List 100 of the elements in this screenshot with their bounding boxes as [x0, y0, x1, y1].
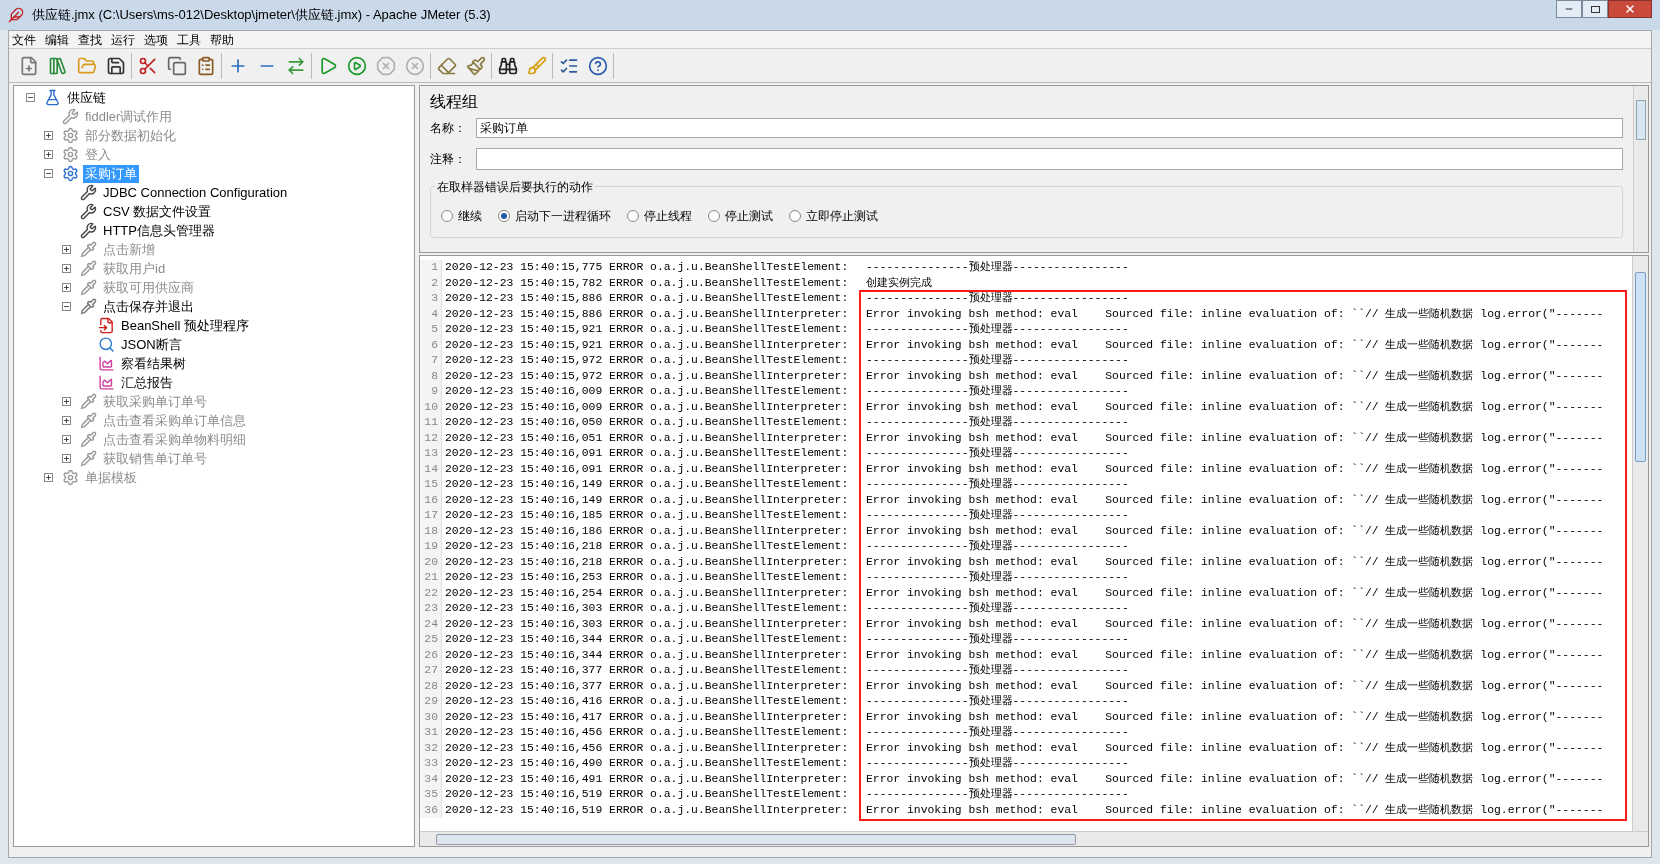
- tree-item[interactable]: 供应链: [65, 88, 108, 107]
- radio-option[interactable]: 启动下一进程循环: [498, 207, 611, 225]
- log-prefix: 2020-12-23 15:40:16,009 ERROR o.a.j.u.BeanShellInterpreter:: [444, 399, 850, 415]
- log-prefix: 2020-12-23 15:40:15,972 ERROR o.a.j.u.BeanShellInterpreter:: [444, 368, 850, 384]
- log-message: ---------------预处理器-----------------: [865, 539, 1129, 554]
- plus-icon: [45, 474, 52, 481]
- menu-item[interactable]: 运行: [111, 30, 135, 49]
- log-prefix: 2020-12-23 15:40:16,185 ERROR o.a.j.u.BeanShellTestElement:: [444, 508, 850, 523]
- play-circle-icon[interactable]: [345, 54, 368, 77]
- close-button[interactable]: [1608, 0, 1652, 18]
- log-prefix: 2020-12-23 15:40:16,218 ERROR o.a.j.u.BeanShellTestElement:: [444, 539, 850, 554]
- help-icon[interactable]: [586, 54, 609, 77]
- minus-icon: [45, 170, 52, 177]
- log-prefix: 2020-12-23 15:40:16,416 ERROR o.a.j.u.BeanShellTestElement:: [444, 694, 850, 709]
- maximize-icon: [1590, 5, 1600, 13]
- menu-item[interactable]: 选项: [144, 30, 168, 49]
- plus-icon: [63, 455, 70, 462]
- log-prefix: 2020-12-23 15:40:16,091 ERROR o.a.j.u.BeanShellInterpreter:: [444, 461, 850, 477]
- log-message: 创建实例完成: [865, 275, 932, 291]
- log-prefix: 2020-12-23 15:40:15,782 ERROR o.a.j.u.BeanShellTestElement:: [444, 275, 850, 291]
- log-message: ---------------预处理器-----------------: [865, 291, 1129, 306]
- radio-option[interactable]: 继续: [441, 207, 482, 225]
- gear-icon: [62, 146, 79, 163]
- log-prefix: 2020-12-23 15:40:16,377 ERROR o.a.j.u.BeanShellInterpreter:: [444, 678, 850, 694]
- brush-icon[interactable]: [464, 54, 487, 77]
- log-message: Error invoking bsh method: eval Sourced file: inline evaluation of: ``// 生成一些随机数据 log.error("-------: [865, 802, 1604, 818]
- log-prefix: 2020-12-23 15:40:15,921 ERROR o.a.j.u.BeanShellTestElement:: [444, 322, 850, 337]
- field-label: 注释：: [430, 151, 467, 168]
- tree-item[interactable]: CSV 数据文件设置: [101, 202, 214, 221]
- plus-icon: [45, 132, 52, 139]
- minus-icon: [27, 94, 34, 101]
- log-message: ---------------预处理器-----------------: [865, 446, 1129, 461]
- copy-icon[interactable]: [165, 54, 188, 77]
- log-message: ---------------预处理器-----------------: [865, 260, 1129, 275]
- line-number: 25: [420, 632, 442, 648]
- log-message: Error invoking bsh method: eval Sourced file: inline evaluation of: ``// 生成一些随机数据 log.error("-------: [865, 337, 1604, 353]
- menu-item[interactable]: 文件: [12, 30, 36, 49]
- tree-item[interactable]: 汇总报告: [119, 373, 175, 392]
- log-message: ---------------预处理器-----------------: [865, 415, 1129, 430]
- radio-option[interactable]: 停止线程: [627, 207, 692, 225]
- log-message: Error invoking bsh method: eval Sourced file: inline evaluation of: ``// 生成一些随机数据 log.error("-------: [865, 492, 1604, 508]
- chart-icon: [98, 355, 115, 372]
- log-prefix: 2020-12-23 15:40:16,051 ERROR o.a.j.u.BeanShellInterpreter:: [444, 430, 850, 446]
- log-prefix: 2020-12-23 15:40:16,417 ERROR o.a.j.u.BeanShellInterpreter:: [444, 709, 850, 725]
- log-prefix: 2020-12-23 15:40:15,886 ERROR o.a.j.u.BeanShellTestElement:: [444, 291, 850, 306]
- tree-item[interactable]: 察看结果树: [119, 354, 188, 373]
- tree-item[interactable]: JSON断言: [119, 335, 184, 354]
- tree-toggle[interactable]: [62, 302, 71, 311]
- log-prefix: 2020-12-23 15:40:16,491 ERROR o.a.j.u.BeanShellInterpreter:: [444, 771, 850, 787]
- radio-option[interactable]: 立即停止测试: [789, 207, 878, 225]
- window-title: 供应链.jmx (C:\Users\ms-012\Desktop\jmeter\供应链.jmx) - Apache JMeter (5.3): [32, 6, 491, 25]
- tree-item[interactable]: BeanShell 预处理程序: [119, 316, 251, 335]
- tree-item[interactable]: 点击保存并退出: [101, 297, 196, 316]
- log-message: ---------------预处理器-----------------: [865, 725, 1129, 740]
- log-prefix: 2020-12-23 15:40:16,303 ERROR o.a.j.u.BeanShellTestElement:: [444, 601, 850, 616]
- log-message: ---------------预处理器-----------------: [865, 353, 1129, 368]
- maximize-button[interactable]: [1582, 0, 1608, 18]
- log-message: ---------------预处理器-----------------: [865, 570, 1129, 585]
- tree-toggle[interactable]: [26, 93, 35, 102]
- log-prefix: 2020-12-23 15:40:15,775 ERROR o.a.j.u.BeanShellTestElement:: [444, 260, 850, 275]
- menu-item[interactable]: 编辑: [45, 30, 69, 49]
- log-prefix: 2020-12-23 15:40:16,377 ERROR o.a.j.u.BeanShellTestElement:: [444, 663, 850, 678]
- line-number: 35: [420, 787, 442, 803]
- log-prefix: 2020-12-23 15:40:16,149 ERROR o.a.j.u.BeanShellInterpreter:: [444, 492, 850, 508]
- log-prefix: 2020-12-23 15:40:16,009 ERROR o.a.j.u.BeanShellTestElement:: [444, 384, 850, 399]
- pipette-icon: [80, 260, 97, 277]
- line-number: 31: [420, 725, 442, 741]
- tree-item[interactable]: HTTP信息头管理器: [101, 221, 217, 240]
- log-message: Error invoking bsh method: eval Sourced file: inline evaluation of: ``// 生成一些随机数据 log.error("-------: [865, 399, 1604, 415]
- menu-item[interactable]: 帮助: [210, 30, 234, 49]
- log-prefix: 2020-12-23 15:40:15,921 ERROR o.a.j.u.BeanShellInterpreter:: [444, 337, 850, 353]
- plus-icon: [63, 417, 70, 424]
- pipette-icon: [80, 450, 97, 467]
- plus-icon: [63, 436, 70, 443]
- menu-item[interactable]: 查找: [78, 30, 102, 49]
- log-message: Error invoking bsh method: eval Sourced file: inline evaluation of: ``// 生成一些随机数据 log.error("-------: [865, 554, 1604, 570]
- log-message: Error invoking bsh method: eval Sourced file: inline evaluation of: ``// 生成一些随机数据 log.error("-------: [865, 585, 1604, 601]
- line-number: 19: [420, 539, 442, 555]
- comment-field[interactable]: [476, 148, 1623, 170]
- radio-option[interactable]: 停止测试: [708, 207, 773, 225]
- field-label: 名称：: [430, 120, 467, 137]
- pipette-icon: [80, 279, 97, 296]
- group-legend: 在取样器错误后要执行的动作: [435, 178, 595, 196]
- magnifier-icon: [98, 336, 115, 353]
- tree-toggle[interactable]: [44, 169, 53, 178]
- log-message: Error invoking bsh method: eval Sourced file: inline evaluation of: ``// 生成一些随机数据 log.error("-------: [865, 430, 1604, 446]
- log-message: ---------------预处理器-----------------: [865, 384, 1129, 399]
- log-prefix: 2020-12-23 15:40:16,456 ERROR o.a.j.u.BeanShellTestElement:: [444, 725, 850, 740]
- menu-item[interactable]: 工具: [177, 30, 201, 49]
- tree-item[interactable]: JDBC Connection Configuration: [101, 183, 290, 202]
- log-prefix: 2020-12-23 15:40:15,972 ERROR o.a.j.u.BeanShellTestElement:: [444, 353, 850, 368]
- horizontal-scrollbar[interactable]: [420, 831, 1648, 846]
- log-prefix: 2020-12-23 15:40:16,490 ERROR o.a.j.u.BeanShellTestElement:: [444, 756, 850, 771]
- vertical-scrollbar[interactable]: [1632, 256, 1648, 831]
- chart-icon: [98, 374, 115, 391]
- vertical-scrollbar[interactable]: [1633, 86, 1648, 252]
- wrench-icon: [80, 203, 97, 220]
- log-message: ---------------预处理器-----------------: [865, 477, 1129, 492]
- line-number: 9: [420, 384, 442, 400]
- name-field[interactable]: 采购订单: [476, 118, 1623, 138]
